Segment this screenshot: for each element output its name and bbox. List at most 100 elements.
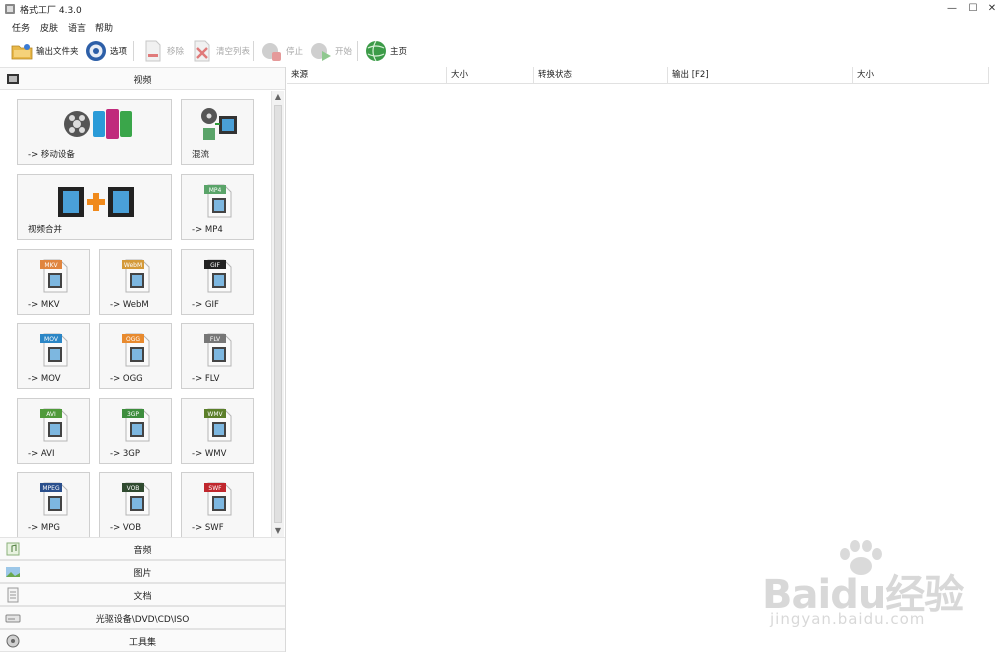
category-video[interactable]: 视频	[0, 67, 285, 90]
toolbar-separator	[253, 41, 254, 61]
format-tile-label: -> MKV	[28, 300, 60, 310]
toolbar-separator	[133, 41, 134, 61]
format-tile-label: -> VOB	[110, 523, 142, 533]
format-tile[interactable]: 混流	[181, 99, 254, 165]
clear-list-label: 清空列表	[216, 47, 251, 57]
category-image-label: 图片	[133, 569, 152, 579]
category-tools[interactable]: 工具集	[0, 629, 285, 652]
svg-text:VOB: VOB	[126, 485, 139, 492]
column-output[interactable]: 输出 [F2]	[668, 67, 853, 84]
column-status[interactable]: 转换状态	[534, 67, 668, 84]
menu-help[interactable]: 帮助	[95, 21, 113, 34]
clear-list-icon	[194, 40, 210, 62]
svg-text:WMV: WMV	[207, 411, 223, 418]
scroll-down-icon[interactable]: ▼	[272, 525, 284, 537]
home-button[interactable]: 主页	[364, 38, 407, 64]
format-tile[interactable]: MKV -> MKV	[17, 249, 90, 315]
maximize-button[interactable]: ☐	[965, 2, 981, 16]
format-tile-label: -> FLV	[192, 374, 220, 384]
format-tile-label: -> OGG	[110, 374, 143, 384]
wmv-file-icon: WMV	[203, 408, 231, 442]
format-tile[interactable]: MP4 -> MP4	[181, 174, 254, 240]
title-bar: 格式工厂 4.3.0 — ☐ ✕	[0, 0, 1000, 18]
format-tile-label: -> MPG	[28, 523, 60, 533]
format-tile[interactable]: -> 移动设备	[17, 99, 172, 165]
category-document-label: 文档	[133, 592, 152, 602]
format-tile-label: -> WMV	[192, 449, 227, 459]
scrollbar-thumb[interactable]	[274, 105, 282, 523]
format-tile[interactable]: WebM -> WebM	[99, 249, 172, 315]
scroll-up-icon[interactable]: ▲	[272, 91, 284, 103]
category-panel: 视频 -> 移动设备 混流 视频合并 MP4 -> MP4 MKV -> MKV…	[0, 67, 286, 652]
category-optical[interactable]: 光驱设备\DVD\CD\ISO	[0, 606, 285, 629]
avi-file-icon: AVI	[39, 408, 67, 442]
format-tile[interactable]: FLV -> FLV	[181, 323, 254, 389]
toolbar-separator	[357, 41, 358, 61]
format-tile[interactable]: OGG -> OGG	[99, 323, 172, 389]
format-tile[interactable]: MPEG -> MPG	[17, 472, 90, 537]
home-label: 主页	[390, 47, 408, 57]
format-tile-label: -> 移动设备	[28, 150, 75, 160]
format-tile[interactable]: VOB -> VOB	[99, 472, 172, 537]
format-tile-label: -> GIF	[192, 300, 219, 310]
format-tile[interactable]: MOV -> MOV	[17, 323, 90, 389]
stop-button[interactable]: 停止	[260, 38, 303, 64]
format-tile[interactable]: AVI -> AVI	[17, 398, 90, 464]
ogg-file-icon: OGG	[121, 333, 149, 367]
menu-bar: 任务 皮肤 语言 帮助	[0, 18, 1000, 36]
mpg-file-icon: MPEG	[39, 482, 67, 516]
close-button[interactable]: ✕	[984, 2, 1000, 16]
format-tile-label: -> AVI	[28, 449, 55, 459]
svg-text:OGG: OGG	[125, 336, 139, 343]
menu-skin[interactable]: 皮肤	[40, 21, 58, 34]
svg-text:WebM: WebM	[123, 262, 141, 269]
column-source[interactable]: 来源	[287, 67, 447, 84]
remove-file-icon	[145, 40, 161, 62]
start-button[interactable]: 开始	[309, 38, 352, 64]
stop-label: 停止	[286, 47, 304, 57]
watermark-url: jingyan.baidu.com	[770, 610, 926, 628]
category-document[interactable]: 文档	[0, 583, 285, 606]
category-image[interactable]: 图片	[0, 560, 285, 583]
format-tile-label: -> SWF	[192, 523, 224, 533]
svg-text:MOV: MOV	[44, 336, 59, 343]
svg-text:MKV: MKV	[44, 262, 58, 269]
mp4-file-icon: MP4	[203, 184, 231, 218]
clear-list-button[interactable]: 清空列表	[190, 38, 250, 64]
options-button[interactable]: 选项	[84, 38, 127, 64]
toolbar: 输出文件夹 选项 移除 清空列表 停止 开始 主页	[0, 36, 1000, 66]
column-size[interactable]: 大小	[447, 67, 534, 84]
format-tile-label: 混流	[192, 150, 210, 160]
svg-text:SWF: SWF	[208, 485, 222, 492]
options-label: 选项	[110, 47, 128, 57]
tiles-scrollbar[interactable]: ▲ ▼	[271, 91, 284, 537]
format-tile[interactable]: SWF -> SWF	[181, 472, 254, 537]
svg-text:GIF: GIF	[210, 262, 220, 269]
baidu-watermark: Baidu经验 jingyan.baidu.com	[760, 540, 990, 640]
column-output-size[interactable]: 大小	[853, 67, 989, 84]
menu-language[interactable]: 语言	[68, 21, 86, 34]
swf-file-icon: SWF	[203, 482, 231, 516]
minimize-button[interactable]: —	[944, 2, 960, 16]
menu-task[interactable]: 任务	[12, 21, 30, 34]
remove-button[interactable]: 移除	[141, 38, 184, 64]
gear-icon	[86, 41, 106, 61]
video-format-grid: -> 移动设备 混流 视频合并 MP4 -> MP4 MKV -> MKV We…	[0, 91, 270, 537]
svg-text:FLV: FLV	[209, 336, 220, 343]
category-audio-label: 音频	[133, 546, 152, 556]
format-tile[interactable]: WMV -> WMV	[181, 398, 254, 464]
stop-icon	[262, 43, 281, 61]
format-tile[interactable]: GIF -> GIF	[181, 249, 254, 315]
format-tile-label: -> MP4	[192, 225, 223, 235]
format-tile[interactable]: 视频合并	[17, 174, 172, 240]
film-reel-phones-icon	[64, 109, 132, 139]
format-tile-label: -> MOV	[28, 374, 61, 384]
svg-text:MP4: MP4	[208, 187, 221, 194]
svg-text:AVI: AVI	[46, 411, 56, 418]
globe-icon	[366, 40, 386, 62]
category-optical-label: 光驱设备\DVD\CD\ISO	[95, 615, 190, 625]
output-folder-label: 输出文件夹	[36, 47, 79, 57]
category-audio[interactable]: 音频	[0, 537, 285, 560]
format-tile[interactable]: 3GP -> 3GP	[99, 398, 172, 464]
output-folder-button[interactable]: 输出文件夹	[10, 38, 79, 64]
